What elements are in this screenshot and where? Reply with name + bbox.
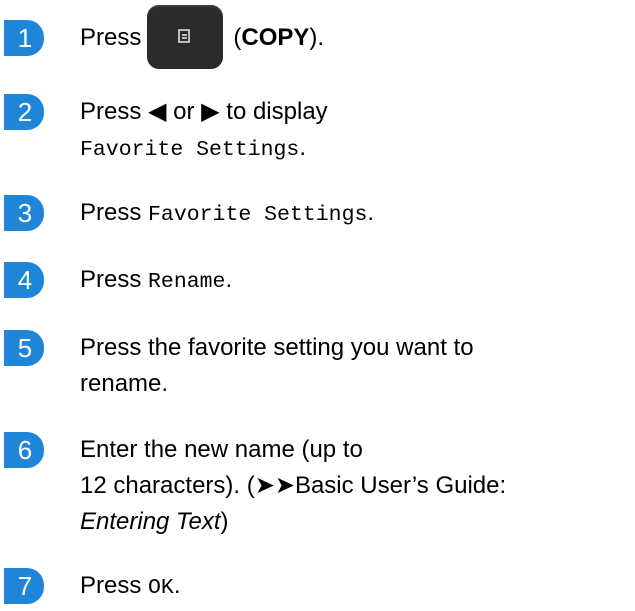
step-6-line2a: 12 characters). ( [80,472,255,499]
step-3-setting-name: Favorite Settings [148,203,368,227]
copy-glyph-icon [178,28,191,43]
step-number-badge: 4 [4,262,44,298]
step-number-badge: 5 [4,330,44,366]
step-number-badge: 3 [4,195,44,231]
step-number-badge: 2 [4,94,44,130]
step-5-line1: Press the favorite setting you want to [80,334,474,361]
step-3-press: Press [80,199,142,226]
step-number-badge: 6 [4,432,44,468]
step-6-guide-link: Basic User’s Guide: [294,472,507,499]
step-5-line2: rename. [80,370,169,397]
step-3-text: Press Favorite Settings. [80,195,630,233]
step-5-text: Press the favorite setting you want to r… [80,330,630,402]
step-1-close-paren: ). [309,24,325,51]
step-number-badge: 1 [4,20,44,56]
step-6-text: Enter the new name (up to 12 characters)… [80,432,630,540]
step-4-rename: Rename [148,270,226,294]
double-arrow-icon: ➤➤ [254,472,295,499]
step-7-press: Press [80,572,142,599]
step-2-suffix: . [299,134,307,161]
step-6-close: ) [220,508,229,535]
step-3-suffix: . [367,199,375,226]
step-4-suffix: . [225,266,233,293]
step-4-text: Press Rename. [80,262,630,300]
copy-key-icon [147,4,224,69]
step-7-suffix: . [173,572,181,599]
step-number-badge: 7 [4,568,44,604]
step-2-setting-name: Favorite Settings [80,138,300,162]
copy-key-label: COPY [241,24,310,51]
step-2-line1: Press ◀ or ▶ to display [80,98,328,125]
step-6-topic: Entering Text [80,508,221,535]
step-1-press: Press [80,24,142,51]
step-7-text: Press OK. [80,568,630,606]
step-6-line1: Enter the new name (up to [80,436,363,463]
step-2-text: Press ◀ or ▶ to display Favorite Setting… [80,94,630,168]
step-4-press: Press [80,266,142,293]
step-1-text: Press (COPY). [80,4,630,69]
step-7-ok: OK [148,576,174,600]
